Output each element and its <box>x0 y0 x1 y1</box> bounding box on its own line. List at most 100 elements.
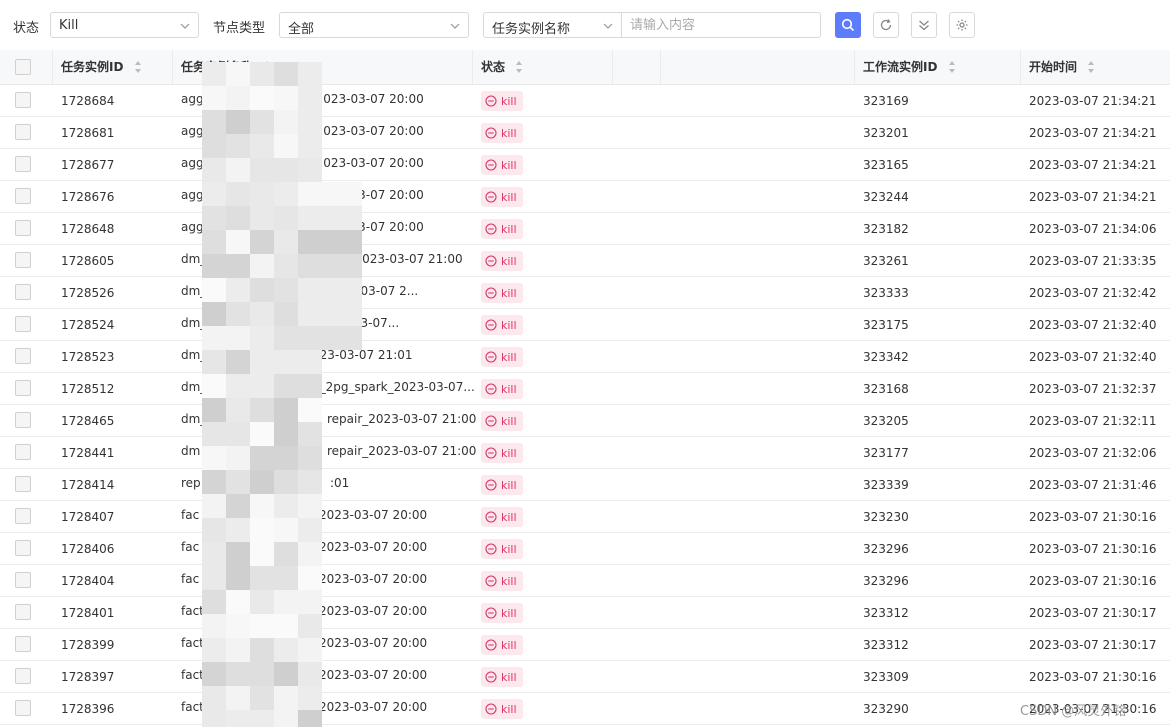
mosaic-block <box>226 710 250 727</box>
row-checkbox[interactable] <box>15 412 31 428</box>
mosaic-block <box>202 110 226 134</box>
row-checkbox[interactable] <box>15 156 31 172</box>
collapse-button[interactable] <box>911 12 937 38</box>
status-tag: kill <box>481 251 523 271</box>
table-row[interactable]: 1728676 aggr_ n_2023-03-07 20:00 kill 323244… <box>0 181 1170 213</box>
table-row[interactable]: 1728465 dm_ repair_2023-03-07 21:00 kill 323… <box>0 405 1170 437</box>
table-row[interactable]: 1728441 dm repair_2023-03-07 21:00 kill 3231… <box>0 437 1170 469</box>
status-filter-select[interactable]: Kill <box>50 12 199 38</box>
mosaic-block <box>274 374 298 398</box>
row-checkbox[interactable] <box>15 540 31 556</box>
cell-workflow-id: 323177 <box>863 446 909 460</box>
minus-circle-icon <box>485 351 497 363</box>
row-checkbox[interactable] <box>15 316 31 332</box>
mosaic-block <box>226 206 250 230</box>
sort-icon <box>516 60 523 73</box>
mosaic-block <box>250 662 274 686</box>
cell-name[interactable]: fact <box>181 604 204 618</box>
search-input[interactable] <box>622 13 820 37</box>
cell-start-time: 2023-03-07 21:30:17 <box>1029 606 1157 620</box>
minus-circle-icon <box>485 607 497 619</box>
cell-id: 1728524 <box>61 318 115 332</box>
table-row[interactable]: 1728526 dm_l g_2023-03-07 2... kill 323333 20… <box>0 277 1170 309</box>
cell-id: 1728677 <box>61 158 115 172</box>
row-checkbox[interactable] <box>15 508 31 524</box>
mosaic-block <box>250 326 274 350</box>
mosaic-block <box>274 62 298 86</box>
row-checkbox[interactable] <box>15 124 31 140</box>
column-divider <box>660 50 661 85</box>
mosaic-block <box>250 278 274 302</box>
watermark: CSDN @风灵外铭 <box>1020 704 1127 719</box>
row-checkbox[interactable] <box>15 380 31 396</box>
row-checkbox[interactable] <box>15 348 31 364</box>
column-header-start-time[interactable]: 开始时间 <box>1029 50 1095 85</box>
row-checkbox[interactable] <box>15 220 31 236</box>
table-row[interactable]: 1728684 aggr_ h_2023-03-07 20:00 kill 323169… <box>0 85 1170 117</box>
status-tag: kill <box>481 475 523 495</box>
mosaic-block <box>226 326 250 350</box>
mosaic-block <box>250 590 274 614</box>
select-all-checkbox[interactable] <box>15 59 31 75</box>
table-row[interactable]: 1728407 fac 2023-03-07 20:00 kill 323230 2023… <box>0 501 1170 533</box>
column-header-status[interactable]: 状态 <box>481 50 523 85</box>
table-row[interactable]: 1728524dm_c_2023-03-07...kill3231752023-… <box>0 309 1170 341</box>
status-tag: kill <box>481 347 523 367</box>
cell-name[interactable]: fac <box>181 572 199 586</box>
status-tag: kill <box>481 603 523 623</box>
status-filter-label: 状态 <box>13 21 40 36</box>
column-header-status-label: 状态 <box>481 60 506 74</box>
row-checkbox[interactable] <box>15 92 31 108</box>
search-button[interactable] <box>835 12 861 38</box>
mosaic-block <box>226 230 250 254</box>
cell-workflow-id: 323169 <box>863 94 909 108</box>
mosaic-block <box>202 494 226 518</box>
row-checkbox[interactable] <box>15 188 31 204</box>
table-row[interactable]: 1728396 fact_ 2023-03-07 20:00 kill 323290 20… <box>0 693 1170 725</box>
cell-workflow-id: 323296 <box>863 574 909 588</box>
column-header-id[interactable]: 任务实例ID <box>61 50 142 85</box>
row-checkbox[interactable] <box>15 604 31 620</box>
row-checkbox[interactable] <box>15 636 31 652</box>
table-row[interactable]: 1728648 aggr_ n_2023-03-07 20:00 kill 323182… <box>0 213 1170 245</box>
cell-name[interactable]: dm <box>181 444 200 458</box>
cell-workflow-id: 323342 <box>863 350 909 364</box>
mosaic-block <box>298 350 322 374</box>
table-row[interactable]: 1728399 fact 2023-03-07 20:00 kill 323312 202… <box>0 629 1170 661</box>
cell-name[interactable]: fac <box>181 508 199 522</box>
cell-name[interactable]: fact <box>181 636 204 650</box>
refresh-button[interactable] <box>873 12 899 38</box>
row-checkbox[interactable] <box>15 668 31 684</box>
cell-name[interactable]: rep <box>181 476 201 490</box>
cell-workflow-id: 323201 <box>863 126 909 140</box>
row-checkbox[interactable] <box>15 444 31 460</box>
mosaic-block <box>274 542 298 566</box>
row-checkbox[interactable] <box>15 700 31 716</box>
table-row[interactable]: 1728605 dm_c d_2pg_2023-03-07 21:00 kill 323… <box>0 245 1170 277</box>
mosaic-block <box>202 686 226 710</box>
table-row[interactable]: 1728404 fac 2023-03-07 20:00 kill 323296 2023… <box>0 565 1170 597</box>
cell-name[interactable]: fac <box>181 540 199 554</box>
column-header-workflow-id[interactable]: 工作流实例ID <box>863 50 956 85</box>
table-row[interactable]: 1728681 aggr_ h_2023-03-07 20:00 kill 323201… <box>0 117 1170 149</box>
cell-id: 1728397 <box>61 670 115 684</box>
table-row[interactable]: 1728406 fac 2023-03-07 20:00 kill 323296 2023… <box>0 533 1170 565</box>
search-field-select[interactable]: 任务实例名称 <box>483 12 622 38</box>
node-type-filter-select[interactable]: 全部 <box>279 12 469 38</box>
table-row[interactable]: 1728414 rep:01 kill 323339 2023-03-07 21:31:… <box>0 469 1170 501</box>
row-checkbox[interactable] <box>15 476 31 492</box>
table-row[interactable]: 1728401 fact 2023-03-07 20:00 kill 323312 202… <box>0 597 1170 629</box>
settings-button[interactable] <box>949 12 975 38</box>
table-row[interactable]: 1728512 dm_ d_2pg_spark_2023-03-07... kill 3… <box>0 373 1170 405</box>
row-checkbox[interactable] <box>15 572 31 588</box>
table-row[interactable]: 1728523 dm_l 023-03-07 21:01 kill 323342 2023… <box>0 341 1170 373</box>
row-checkbox[interactable] <box>15 252 31 268</box>
mosaic-block <box>226 422 250 446</box>
cell-workflow-id: 323182 <box>863 222 909 236</box>
mosaic-block <box>274 86 298 110</box>
cell-id: 1728404 <box>61 574 115 588</box>
table-row[interactable]: 1728397 fact_ 2023-03-07 20:00 kill 323309 20… <box>0 661 1170 693</box>
status-tag-label: kill <box>501 286 517 300</box>
table-row[interactable]: 1728677 aggr_ h_2023-03-07 20:00 kill 323165… <box>0 149 1170 181</box>
row-checkbox[interactable] <box>15 284 31 300</box>
